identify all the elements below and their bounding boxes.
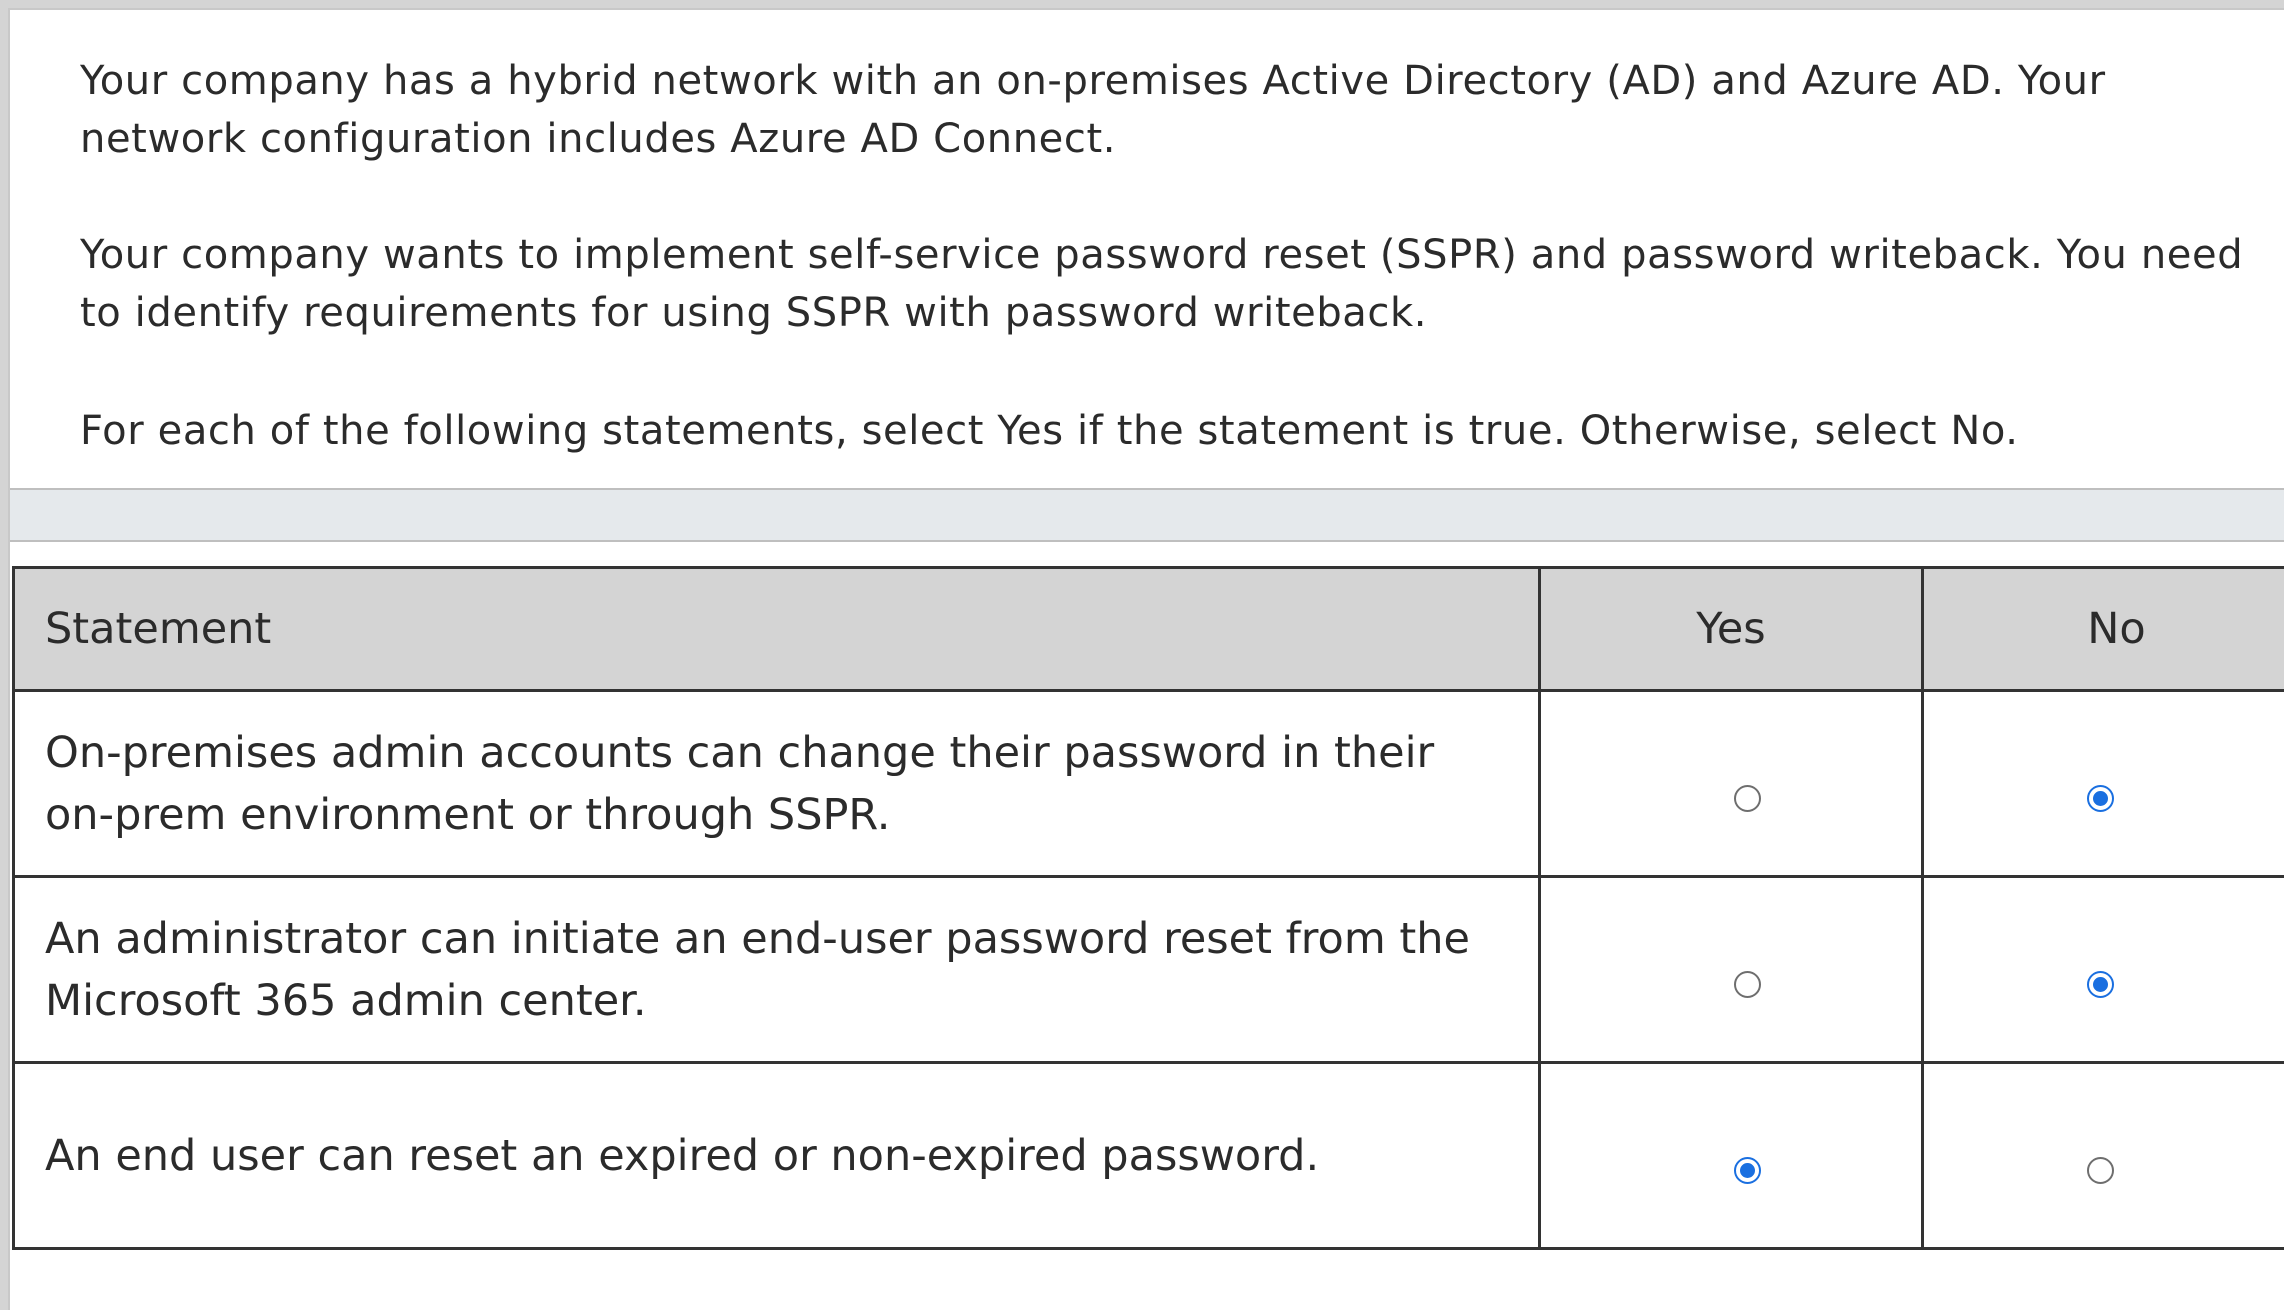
statement-1-yes-cell [1540,691,1923,877]
statement-2-yes-radio[interactable] [1734,971,1761,998]
table-row: An end user can reset an expired or non-… [14,1063,2284,1249]
statement-3-yes-cell [1540,1063,1923,1249]
answer-area-band [10,490,2284,542]
statement-2-yes-cell [1540,877,1923,1063]
prompt-paragraph-1: Your company has a hybrid network with a… [80,52,2260,168]
table-row: An administrator can initiate an end-use… [14,877,2284,1063]
question-prompt: Your company has a hybrid network with a… [10,10,2284,490]
statement-2-text: An administrator can initiate an end-use… [14,877,1540,1063]
statement-1-yes-radio[interactable] [1734,785,1761,812]
answer-table: Statement Yes No On-premises admin accou… [12,566,2284,1250]
statement-3-text: An end user can reset an expired or non-… [14,1063,1540,1249]
question-frame: Your company has a hybrid network with a… [8,8,2284,1310]
statement-1-text: On-premises admin accounts can change th… [14,691,1540,877]
statement-2-no-radio[interactable] [2087,971,2114,998]
header-no: No [1923,568,2284,691]
table-row: On-premises admin accounts can change th… [14,691,2284,877]
header-yes: Yes [1540,568,1923,691]
header-statement: Statement [14,568,1540,691]
statement-2-no-cell [1923,877,2284,1063]
statement-3-yes-radio[interactable] [1734,1157,1761,1184]
statement-1-no-cell [1923,691,2284,877]
table-header-row: Statement Yes No [14,568,2284,691]
statement-1-no-radio[interactable] [2087,785,2114,812]
statement-3-no-radio[interactable] [2087,1157,2114,1184]
prompt-paragraph-2: Your company wants to implement self-ser… [80,226,2260,342]
statement-3-no-cell [1923,1063,2284,1249]
prompt-paragraph-3: For each of the following statements, se… [80,402,2260,460]
